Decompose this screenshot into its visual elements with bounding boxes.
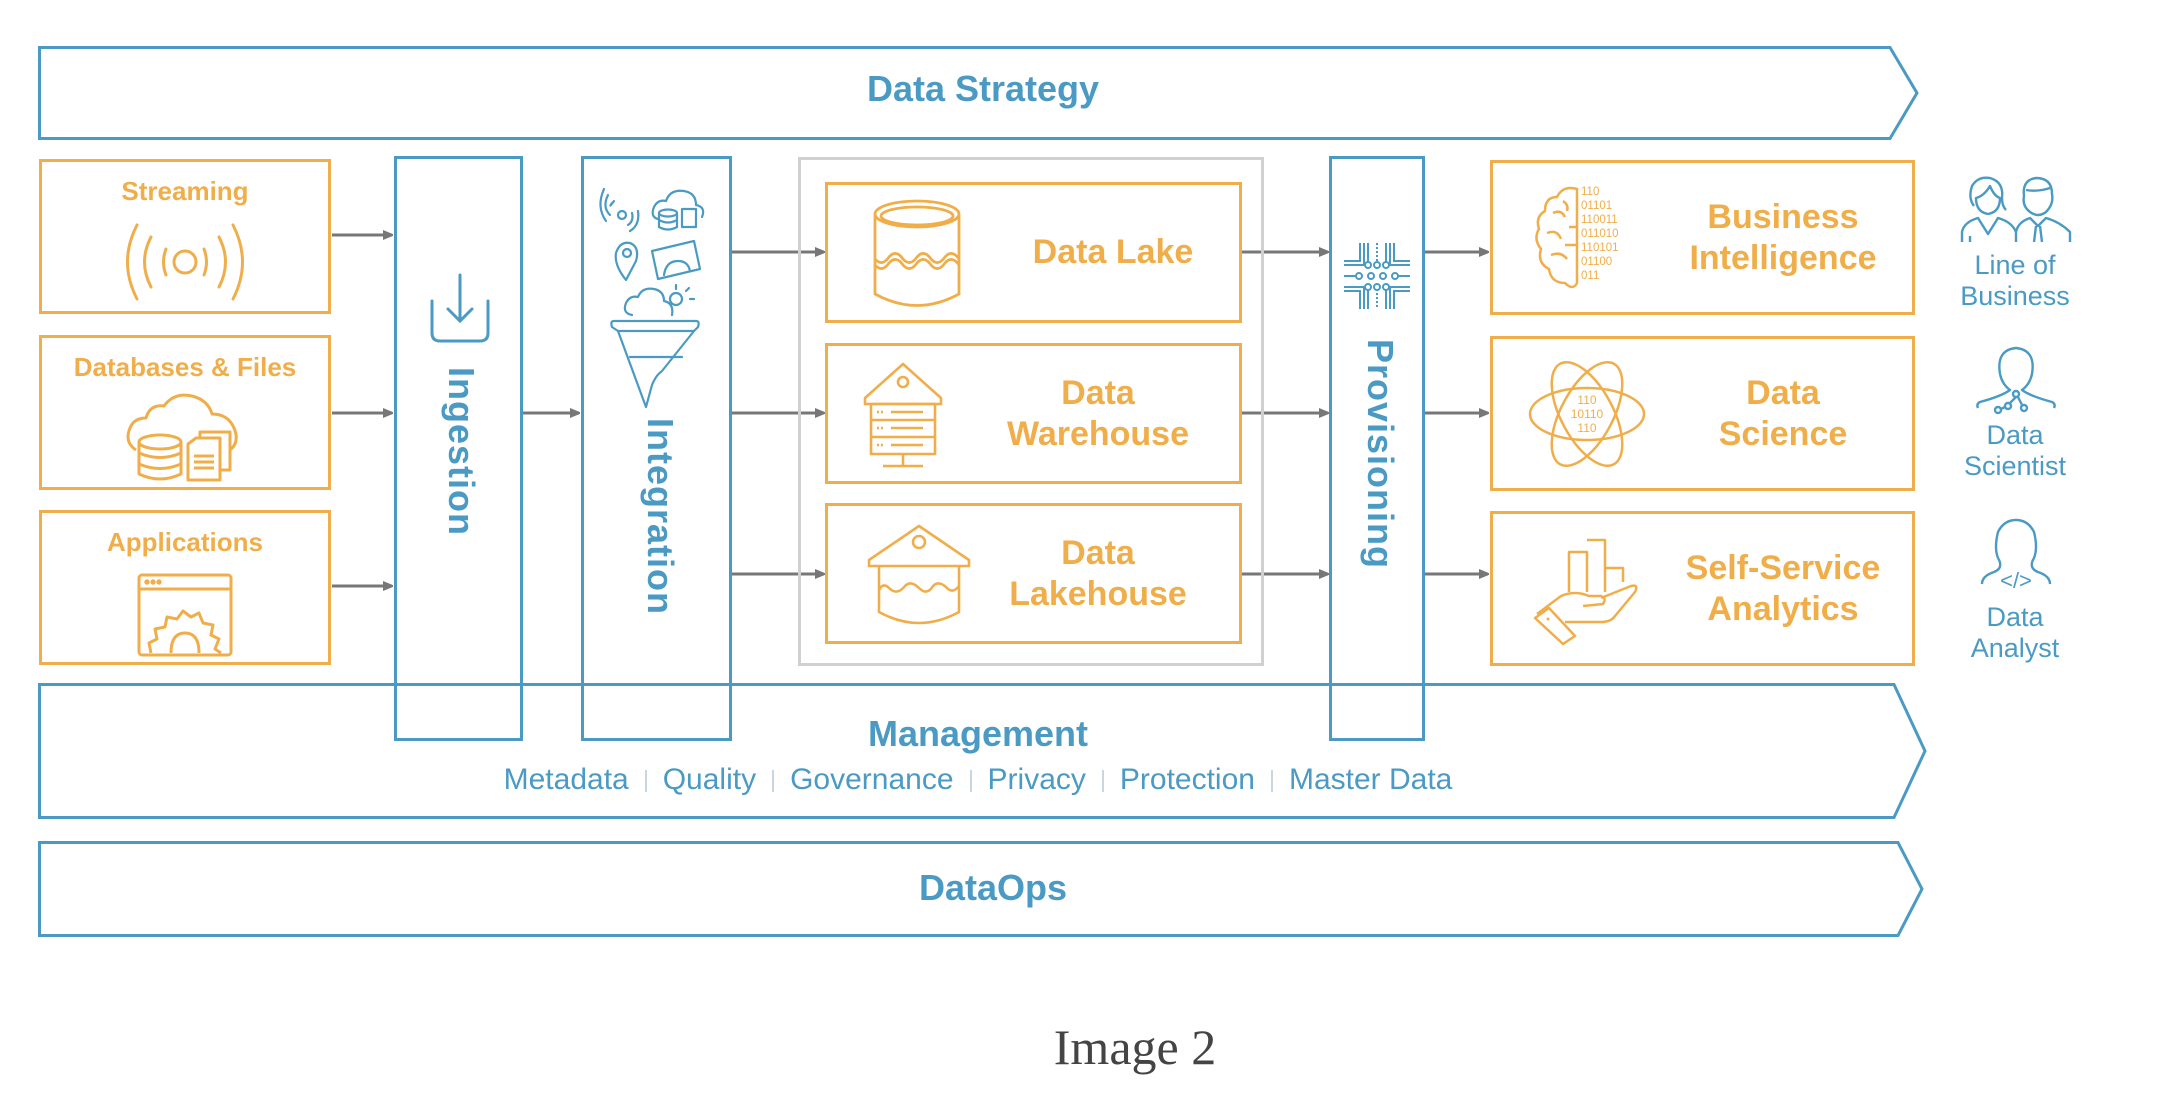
divider [1101, 770, 1104, 793]
data-strategy-banner: Data Strategy [38, 46, 1920, 140]
consumer-label-line1: Data [1746, 373, 1820, 412]
hand-chart-icon [1533, 538, 1638, 646]
consumer-label-line2: Analytics [1707, 589, 1859, 628]
persona-label-line2: Business [1960, 281, 2070, 312]
code-glyph: </> [2000, 568, 2032, 593]
source-applications: Applications [39, 510, 331, 665]
storage-label: Data Lake [988, 185, 1238, 320]
persona-label-line1: Line of [1974, 250, 2056, 280]
storage-data-lake: Data Lake [825, 182, 1242, 323]
source-label: Applications [106, 527, 263, 557]
binary-row: 10110 [1571, 407, 1604, 421]
warehouse-server-icon [863, 362, 943, 468]
management-item: Privacy [987, 763, 1086, 796]
management-banner: Management Metadata Quality Governance Priv… [38, 683, 1928, 819]
signal-icon [616, 209, 628, 221]
atom-binary-icon: 110 10110 110 [1528, 360, 1646, 468]
dataops-banner: DataOps [38, 841, 1928, 937]
binary-row: 110 [1581, 186, 1599, 198]
consumer-label: Self-Service Analytics [1653, 514, 1913, 663]
source-label: Streaming [121, 176, 249, 206]
stage-ingestion: Ingestion [394, 156, 523, 741]
persona-label-line2: Analyst [1970, 633, 2060, 664]
persona-label-line1: Data [1986, 602, 2044, 632]
storage-label: Data Warehouse [958, 346, 1238, 481]
consumer-self-service-analytics: Self-Service Analytics [1490, 511, 1915, 666]
binary-row: 110 [1577, 393, 1596, 407]
consumer-label-line1: Self-Service [1685, 548, 1881, 587]
integration-label: Integration [640, 418, 681, 615]
storage-label-line2: Lakehouse [1009, 574, 1187, 613]
source-label: Databases & Files [73, 352, 297, 382]
divider [969, 770, 972, 793]
binary-row: 01100 [1581, 256, 1612, 268]
storage-label: Data Lakehouse [958, 506, 1238, 641]
scientist-person-icon [1976, 346, 2056, 415]
consumer-label: Data Science [1653, 339, 1913, 488]
brain-binary-icon: 110 01101 110011 011010 110101 01100 011 [1535, 186, 1619, 289]
provisioning-label: Provisioning [1360, 339, 1401, 570]
management-item: Governance [790, 763, 954, 796]
data-funnel-icon [599, 187, 705, 409]
ingestion-label: Ingestion [441, 367, 482, 536]
divider [644, 770, 647, 793]
binary-row: 011 [1581, 270, 1599, 282]
analyst-person-icon: </> [1980, 518, 2052, 593]
storage-label-line1: Data [1061, 373, 1135, 412]
consumer-business-intelligence: 110 01101 110011 011010 110101 01100 011… [1490, 160, 1915, 315]
divider [1270, 770, 1273, 793]
persona-line-of-business: Line of Business [1940, 170, 2090, 320]
binary-row: 011010 [1581, 228, 1619, 240]
stage-integration: Integration [581, 156, 732, 741]
management-label: Management [867, 713, 1089, 754]
dataops-label: DataOps [918, 867, 1068, 908]
management-item: Metadata [503, 763, 629, 796]
management-item: Master Data [1288, 763, 1453, 796]
persona-label: Line of Business [1940, 250, 2090, 312]
storage-label-line2: Warehouse [1006, 414, 1189, 453]
circuit-chip-icon [1344, 243, 1410, 309]
storage-data-warehouse: Data Warehouse [825, 343, 1242, 484]
source-databases-files: Databases & Files [39, 335, 331, 490]
business-people-icon [1960, 176, 2072, 243]
binary-row: 110 [1577, 421, 1596, 435]
figure-caption: Image 2 [1053, 1019, 1217, 1075]
persona-label-line1: Data [1986, 420, 2044, 450]
consumer-label-line2: Intelligence [1689, 238, 1877, 277]
download-tray-icon [430, 273, 490, 343]
management-item: Protection [1119, 763, 1255, 796]
app-settings-icon [137, 573, 233, 657]
management-items: Metadata Quality Governance Privacy Protecti… [38, 763, 1918, 797]
cloud-database-files-icon [126, 393, 238, 482]
persona-label: Data Analyst [1940, 602, 2090, 664]
binary-row: 110011 [1581, 214, 1618, 226]
broadcast-icon [126, 223, 244, 301]
management-item: Quality [662, 763, 757, 796]
persona-label-line2: Scientist [1963, 451, 2067, 482]
binary-row: 01101 [1581, 200, 1612, 212]
data-strategy-label: Data Strategy [866, 68, 1100, 109]
persona-data-analyst: </> Data Analyst [1940, 518, 2090, 668]
consumer-label-line2: Science [1718, 414, 1848, 453]
persona-label: Data Scientist [1940, 420, 2090, 482]
binary-row: 110101 [1581, 242, 1619, 254]
lake-cylinder-icon [873, 199, 961, 307]
divider [772, 770, 775, 793]
stage-provisioning: Provisioning [1329, 156, 1425, 741]
consumer-label-line1: Business [1707, 197, 1859, 236]
lakehouse-icon [867, 524, 971, 625]
storage-data-lakehouse: Data Lakehouse [825, 503, 1242, 644]
source-streaming: Streaming [39, 159, 331, 314]
persona-data-scientist: Data Scientist [1940, 340, 2090, 490]
storage-label-line1: Data Lake [1032, 233, 1194, 272]
storage-label-line1: Data [1061, 533, 1135, 572]
consumer-data-science: 110 10110 110 Data Science [1490, 336, 1915, 491]
consumer-label: Business Intelligence [1653, 163, 1913, 312]
